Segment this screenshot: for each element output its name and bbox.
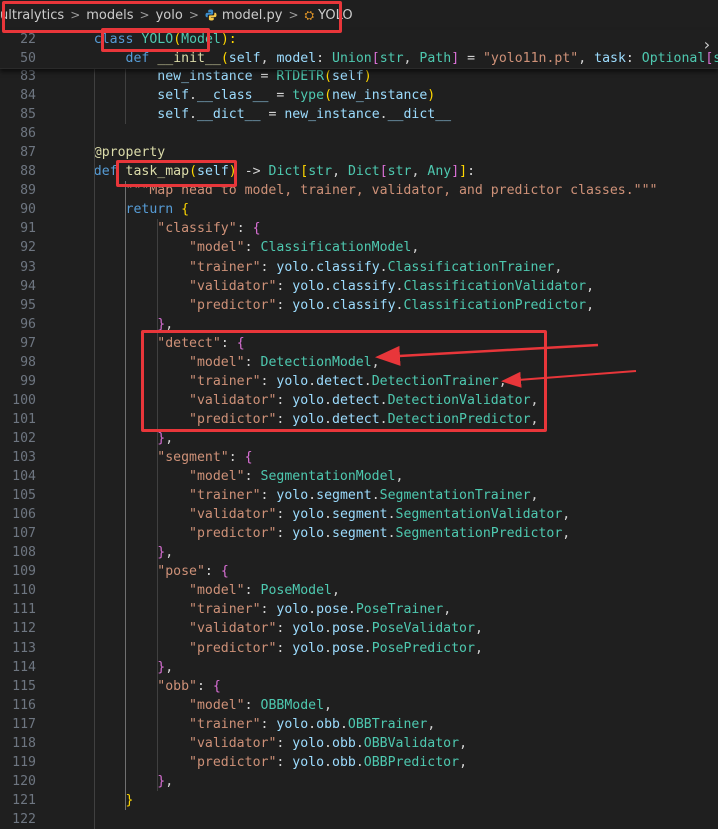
annotation-arrows <box>375 343 637 388</box>
arrow-to-detection-model <box>375 343 599 366</box>
arrow-to-detection-trainer <box>501 370 637 388</box>
